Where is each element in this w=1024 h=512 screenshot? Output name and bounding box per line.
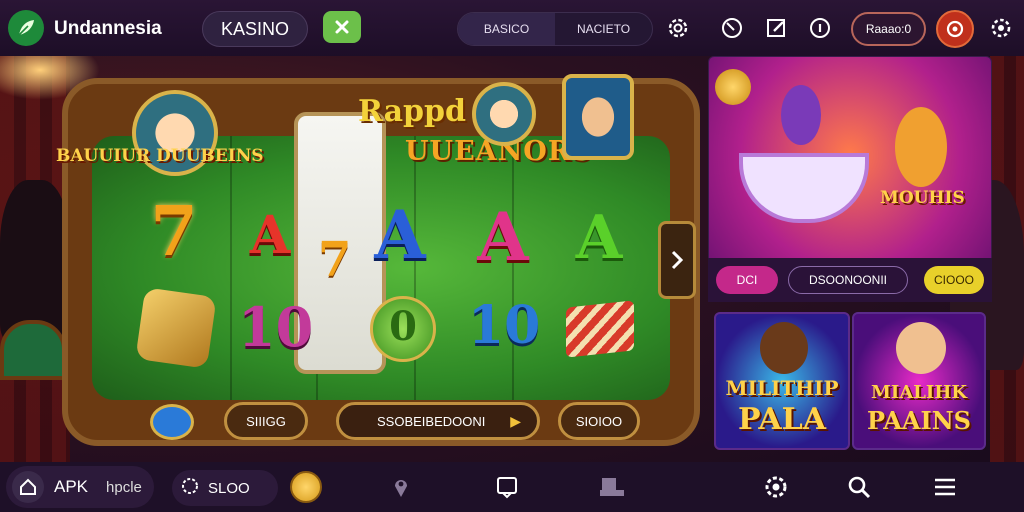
game-title: Rappd	[358, 94, 466, 129]
promo-card-line1: MILITHIP	[725, 376, 839, 400]
chat-icon[interactable]	[492, 472, 522, 502]
gear-icon[interactable]	[664, 14, 692, 42]
promo-character	[896, 322, 946, 374]
reel-symbol: 10	[468, 295, 541, 356]
promo-card[interactable]: MIALIHK PAAINS	[852, 312, 986, 450]
promo-card-line1: MIALIHK	[870, 382, 968, 403]
promo-card[interactable]: MILITHIP PALA	[714, 312, 850, 450]
promo-card-line2: PALA	[737, 402, 827, 437]
promo-character	[760, 322, 808, 374]
reel-symbol: A	[477, 198, 529, 276]
character-portrait-center	[472, 82, 536, 146]
promo-coin	[715, 69, 751, 105]
promo-card-line2: PAAINS	[866, 406, 972, 435]
slots-label: SLOO	[208, 479, 250, 497]
reel-symbol: A	[575, 203, 623, 273]
edit-icon[interactable]	[763, 14, 791, 42]
search-icon[interactable]	[844, 472, 874, 502]
spin-button[interactable]: SSOBEIBEDOONI ▶	[336, 402, 540, 440]
home-icon	[12, 471, 44, 503]
auto-button[interactable]: SIOIOO	[558, 402, 640, 440]
cashier-icon[interactable]	[597, 472, 627, 502]
avatar-icon[interactable]	[936, 10, 974, 48]
menu-icon[interactable]	[930, 472, 960, 502]
reel-symbol: A	[374, 196, 426, 274]
home-button[interactable]: APK hpcle	[6, 466, 154, 508]
leaf-icon[interactable]	[8, 10, 44, 46]
tab-switcher: BASICO NACIETO	[457, 12, 653, 46]
info-icon[interactable]	[806, 14, 834, 42]
reel-symbol: 7	[150, 192, 198, 272]
red-banner-symbol	[566, 300, 634, 358]
promo-action-row: DCI DSOONOONII CIOOO	[708, 258, 992, 302]
reel-symbol: A	[249, 205, 291, 266]
play-icon: ▶	[510, 412, 521, 429]
home-label: APK	[54, 477, 89, 496]
promo-chip-right[interactable]: CIOOO	[924, 266, 984, 294]
slash-icon[interactable]	[718, 14, 746, 42]
background-person-left	[0, 180, 70, 340]
reel-symbol: 7	[318, 232, 352, 288]
search-field[interactable]: KASINO	[202, 11, 308, 47]
bet-button[interactable]: SIIIGG	[224, 402, 308, 440]
promo-title-right: MOUHIS	[880, 188, 965, 208]
brand-name: Undannesia	[54, 18, 162, 39]
tab-nacieto[interactable]: NACIETO	[555, 13, 652, 45]
chip-icon[interactable]	[150, 404, 194, 440]
close-icon[interactable]	[323, 11, 361, 43]
location-pin-icon[interactable]	[386, 472, 416, 502]
golden-x-symbol	[135, 287, 217, 369]
top-bar: Undannesia KASINO BASICO NACIETO Raaao:0	[0, 0, 1024, 56]
reel-symbol: 10	[238, 295, 314, 359]
settings-icon[interactable]	[761, 472, 791, 502]
casino-app: Undannesia KASINO BASICO NACIETO Raaao:0	[0, 0, 1024, 512]
promo-tub	[739, 153, 869, 223]
promo-title-left: BAUUIUR DUUBEINS	[56, 146, 264, 166]
promo-mascot	[895, 107, 947, 187]
tab-basico[interactable]: BASICO	[458, 13, 555, 45]
gift-icon	[180, 476, 200, 500]
coin-icon[interactable]	[290, 471, 322, 503]
spin-label: SSOBEIBEDOONI	[377, 413, 486, 429]
character-portrait-right	[562, 74, 634, 160]
promo-chip-left[interactable]: DCI	[716, 266, 778, 294]
home-sublabel: hpcle	[106, 478, 142, 496]
slots-button[interactable]: SLOO	[172, 470, 278, 506]
poker-table	[0, 320, 66, 380]
promo-chip-center[interactable]: DSOONOONII	[788, 266, 908, 294]
reel-symbol: 0	[389, 303, 417, 350]
next-arrow-button[interactable]	[658, 221, 696, 299]
account-balance-button[interactable]: Raaao:0	[851, 12, 926, 46]
promo-character	[781, 85, 821, 145]
settings-icon[interactable]	[987, 14, 1015, 42]
green-coin-symbol: 0	[370, 296, 436, 362]
